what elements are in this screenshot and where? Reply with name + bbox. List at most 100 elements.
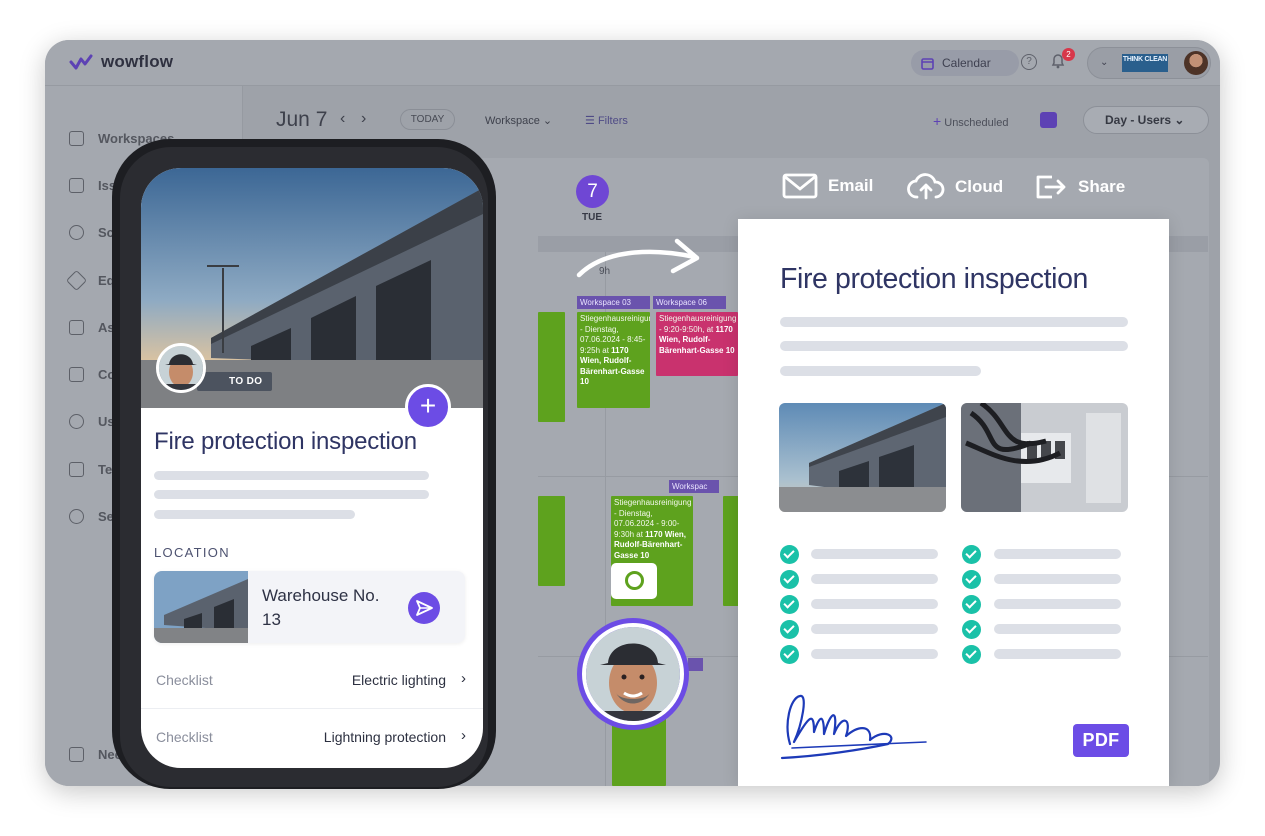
cloud-upload-icon xyxy=(907,173,945,200)
electrical-panel-photo xyxy=(961,403,1128,512)
worker-avatar[interactable] xyxy=(577,618,689,730)
checklist-placeholder xyxy=(811,574,938,584)
arrow-icon xyxy=(576,238,700,278)
check-icon xyxy=(962,545,981,564)
app-name: wowflow xyxy=(101,52,174,71)
text-placeholder xyxy=(780,366,981,376)
plus-icon: + xyxy=(933,113,942,129)
assets-icon xyxy=(69,320,84,335)
checklist-placeholder xyxy=(994,624,1121,634)
document-title: Fire protection inspection xyxy=(780,263,1089,295)
day-number[interactable]: 7 xyxy=(576,175,609,208)
status-chip: TO DO xyxy=(197,372,273,391)
mail-icon xyxy=(782,173,818,199)
task-title: Fire protection inspection xyxy=(154,428,417,455)
logo-icon xyxy=(69,54,93,70)
issues-icon xyxy=(69,178,84,193)
workspaces-icon xyxy=(69,131,84,146)
warehouse-photo xyxy=(779,403,946,512)
location-label: LOCATION xyxy=(154,545,230,560)
collaborators-icon xyxy=(69,367,84,382)
checklist-row[interactable]: Checklist Electric lighting › xyxy=(141,652,483,708)
workspace-tag[interactable]: Workspac xyxy=(669,480,719,493)
add-button[interactable]: + xyxy=(405,384,451,430)
users-icon xyxy=(69,414,84,429)
calendar-event[interactable] xyxy=(538,312,565,422)
location-name: Warehouse No. 13 xyxy=(262,586,380,629)
signature xyxy=(780,694,927,760)
equipment-icon xyxy=(65,269,88,292)
checklist-placeholder xyxy=(994,649,1121,659)
chat-icon xyxy=(69,747,84,762)
check-icon xyxy=(962,620,981,639)
workspace-tag[interactable]: Workspace 03 xyxy=(577,296,650,309)
calendar-icon xyxy=(921,57,934,70)
workspace-dropdown[interactable]: Workspace ⌄ xyxy=(485,114,552,127)
phone-screen: TO DO + Fire protection inspection LOCAT… xyxy=(141,168,483,768)
location-card[interactable]: Warehouse No. 13 xyxy=(154,571,465,643)
workspace-tag[interactable] xyxy=(688,658,703,671)
calendar-date: Jun 7 xyxy=(276,108,328,131)
checklist-placeholder xyxy=(811,649,938,659)
view-selector[interactable]: Day - Users ⌄ xyxy=(1083,106,1209,134)
unscheduled-button[interactable]: + Unscheduled xyxy=(933,113,1008,129)
chevron-right-icon[interactable]: › xyxy=(361,110,366,128)
checklist-row[interactable]: Checklist Lightning protection › xyxy=(141,708,483,764)
check-icon xyxy=(780,570,799,589)
chevron-right-icon: › xyxy=(461,670,466,687)
check-icon xyxy=(962,570,981,589)
phone-mockup: TO DO + Fire protection inspection LOCAT… xyxy=(112,139,496,789)
company-logo: THINK CLEAN xyxy=(1122,54,1168,72)
calendar-event[interactable]: Stiegenhausreinigung - Dienstag, 07.06.2… xyxy=(577,312,650,408)
assignee-avatar[interactable] xyxy=(156,343,206,393)
scheduling-icon xyxy=(69,225,84,240)
notification-badge: 2 xyxy=(1062,48,1075,61)
check-icon xyxy=(780,645,799,664)
check-icon xyxy=(962,595,981,614)
text-placeholder xyxy=(780,341,1128,351)
today-button[interactable]: TODAY xyxy=(400,109,455,130)
calendar-event[interactable]: Stiegenhausreinigung - 9:20-9:50h, at 11… xyxy=(656,312,738,376)
checklist-placeholder xyxy=(811,624,938,634)
layout-toggle[interactable] xyxy=(1040,112,1057,128)
chevron-down-icon: ⌄ xyxy=(1174,113,1185,127)
check-icon xyxy=(780,595,799,614)
top-bar: wowflow Calendar ? 2 ⌄ THINK CLEAN xyxy=(45,40,1220,86)
share-icon xyxy=(1036,175,1066,199)
account-menu[interactable]: ⌄ THINK CLEAN xyxy=(1087,47,1211,79)
calendar-event[interactable] xyxy=(538,496,565,586)
calendar-event[interactable] xyxy=(723,496,739,606)
help-icon[interactable]: ? xyxy=(1021,54,1037,70)
sliders-icon: ☰ xyxy=(585,115,595,127)
chevron-right-icon: › xyxy=(461,727,466,744)
templates-icon xyxy=(69,462,84,477)
pdf-badge[interactable]: PDF xyxy=(1073,724,1129,757)
text-placeholder xyxy=(154,510,355,519)
checklist-placeholder xyxy=(994,549,1121,559)
report-document: Fire protection inspection PDF xyxy=(738,219,1169,786)
check-icon xyxy=(780,620,799,639)
filters-button[interactable]: ☰ Filters xyxy=(585,114,628,127)
cloud-action[interactable]: Cloud xyxy=(907,173,1003,201)
checklist-placeholder xyxy=(811,599,938,609)
camera-icon[interactable] xyxy=(611,563,657,599)
logo[interactable]: wowflow xyxy=(69,52,173,72)
chevron-down-icon: ⌄ xyxy=(542,115,553,127)
calendar-label: Calendar xyxy=(942,56,991,70)
day-name: TUE xyxy=(582,212,602,223)
chevron-down-icon: ⌄ xyxy=(1100,57,1109,68)
text-placeholder xyxy=(154,490,429,499)
user-avatar[interactable] xyxy=(1184,51,1208,75)
share-action[interactable]: Share xyxy=(1034,173,1125,201)
workspace-tag[interactable]: Workspace 06 xyxy=(653,296,726,309)
email-action[interactable]: Email xyxy=(782,173,873,199)
checklist-placeholder xyxy=(994,599,1121,609)
checklist-placeholder xyxy=(994,574,1121,584)
navigate-icon[interactable] xyxy=(408,592,440,624)
chevron-left-icon[interactable]: ‹ xyxy=(340,110,345,128)
text-placeholder xyxy=(780,317,1128,327)
check-icon xyxy=(962,645,981,664)
calendar-button[interactable]: Calendar xyxy=(911,50,1019,76)
settings-icon xyxy=(69,509,84,524)
check-icon xyxy=(780,545,799,564)
